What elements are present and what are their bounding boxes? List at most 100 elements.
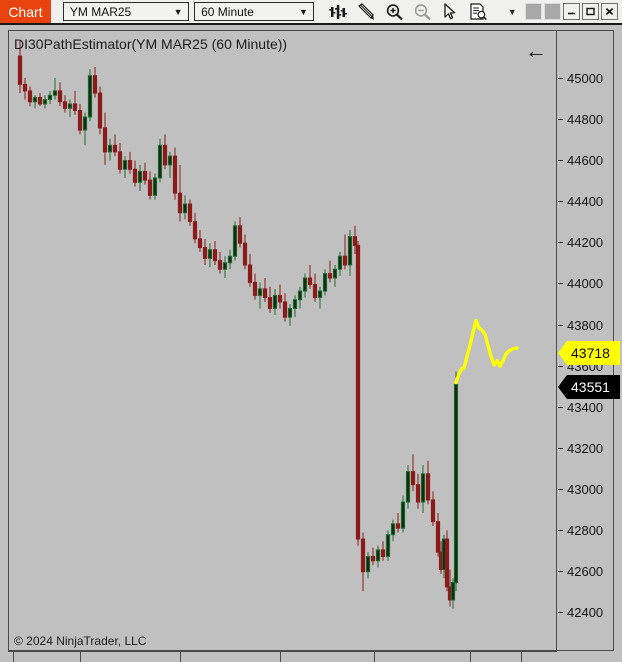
price-tick: 43000 [558,481,613,497]
last-price-badge: 43551 [558,375,620,399]
candle-body [272,294,278,309]
toolbar-icon-group [323,0,491,23]
candle-body [347,236,353,266]
candle-body [292,299,298,309]
forecast-price-badge: 43718 [558,341,620,365]
candle-body [267,297,273,309]
price-tick-label: 42400 [567,604,604,620]
price-tick-label: 44200 [567,234,604,250]
price-tick-label: 42600 [567,563,604,579]
candle-body [72,103,78,111]
price-tick-label: 42800 [567,522,604,538]
price-tick: 45000 [558,71,613,86]
bar-chart-type-icon[interactable] [325,0,351,23]
candle-body [222,262,228,270]
tick-mark [558,159,563,161]
restore-left-button[interactable] [525,3,542,20]
scroll-back-arrow-icon[interactable]: ← [522,40,550,62]
minimize-button[interactable] [563,3,580,20]
candle-body [37,96,43,105]
time-axis-separator [521,651,522,662]
price-tick-label: 43400 [567,399,604,415]
zoom-in-icon[interactable] [381,0,407,23]
candle-body [322,273,328,292]
candle-body [62,101,68,109]
candle-body [202,247,208,259]
chevron-down-icon: ▼ [299,6,308,17]
candle-body [17,55,23,85]
price-tick-label: 43800 [567,317,604,333]
price-tick: 42400 [558,604,613,620]
candle-body [415,484,421,503]
candle-body [142,170,148,181]
price-tick: 44400 [558,194,613,209]
candle-body [57,90,63,103]
data-box-icon[interactable] [465,0,491,23]
time-axis-top-rule [8,651,557,652]
close-button[interactable] [601,3,618,20]
time-axis[interactable] [8,651,614,662]
price-tick-label: 44000 [567,275,604,291]
chart-tab[interactable]: Chart [0,0,51,23]
candle-body [257,288,263,296]
candle-body [77,109,83,131]
candle-body [182,203,188,214]
candle-body [147,179,153,196]
price-tick: 43800 [558,317,613,333]
candle-body [277,294,283,303]
restore-right-button[interactable] [544,3,561,20]
instrument-select[interactable]: YM MAR25 ▼ [62,2,190,21]
price-tick: 42600 [558,563,613,579]
price-series-canvas [17,40,519,609]
candle-body [287,307,293,318]
interval-select-value: 60 Minute [201,4,254,19]
candle-body [420,473,426,503]
candle-body [430,499,436,523]
price-tick-label: 43200 [567,440,604,456]
tick-mark [558,365,563,367]
tick-mark [558,570,563,572]
candle-body [102,127,108,153]
pointer-cursor-icon[interactable] [437,0,463,23]
price-tick: 43200 [558,440,613,456]
candle-body [197,238,203,249]
candle-body [107,144,113,153]
candle-body [217,260,223,270]
forecast-path-line [454,318,519,385]
candle-body [177,192,183,214]
candle-body [27,90,33,103]
candle-body [262,288,268,299]
interval-select[interactable]: 60 Minute ▼ [194,2,315,21]
candle-body [332,268,338,279]
candle-body [337,255,343,270]
tick-mark [558,529,563,531]
toolbar-overflow-caret-icon[interactable]: ▼ [501,0,523,23]
price-axis[interactable]: 45000 44800 44600 44400 44200 44000 43800 43600… [558,31,620,650]
maximize-button[interactable] [582,3,599,20]
candle-body [237,225,243,244]
candle-body [395,523,401,529]
candle-body [212,249,218,262]
candle-body [342,255,348,266]
candle-body [380,549,386,557]
candle-body [410,471,416,486]
price-tick-label: 43000 [567,481,604,497]
candle-body [242,242,248,266]
chart-plot-area[interactable] [8,30,557,651]
price-tick: 44600 [558,153,613,168]
draw-pencil-icon[interactable] [353,0,379,23]
candle-body [370,555,376,562]
candle-body [400,501,406,529]
instrument-select-value: YM MAR25 [69,4,132,19]
window-button-group [523,3,622,20]
badge-arrow-tip [558,375,567,399]
tick-mark [558,447,563,449]
tick-mark [558,241,563,243]
candle-body [97,92,103,129]
time-axis-separator [13,651,14,662]
candle-body [360,538,366,573]
price-tick: 44800 [558,112,613,127]
candle-body [172,155,178,194]
candle-body [87,75,93,118]
candle-body [52,90,58,96]
